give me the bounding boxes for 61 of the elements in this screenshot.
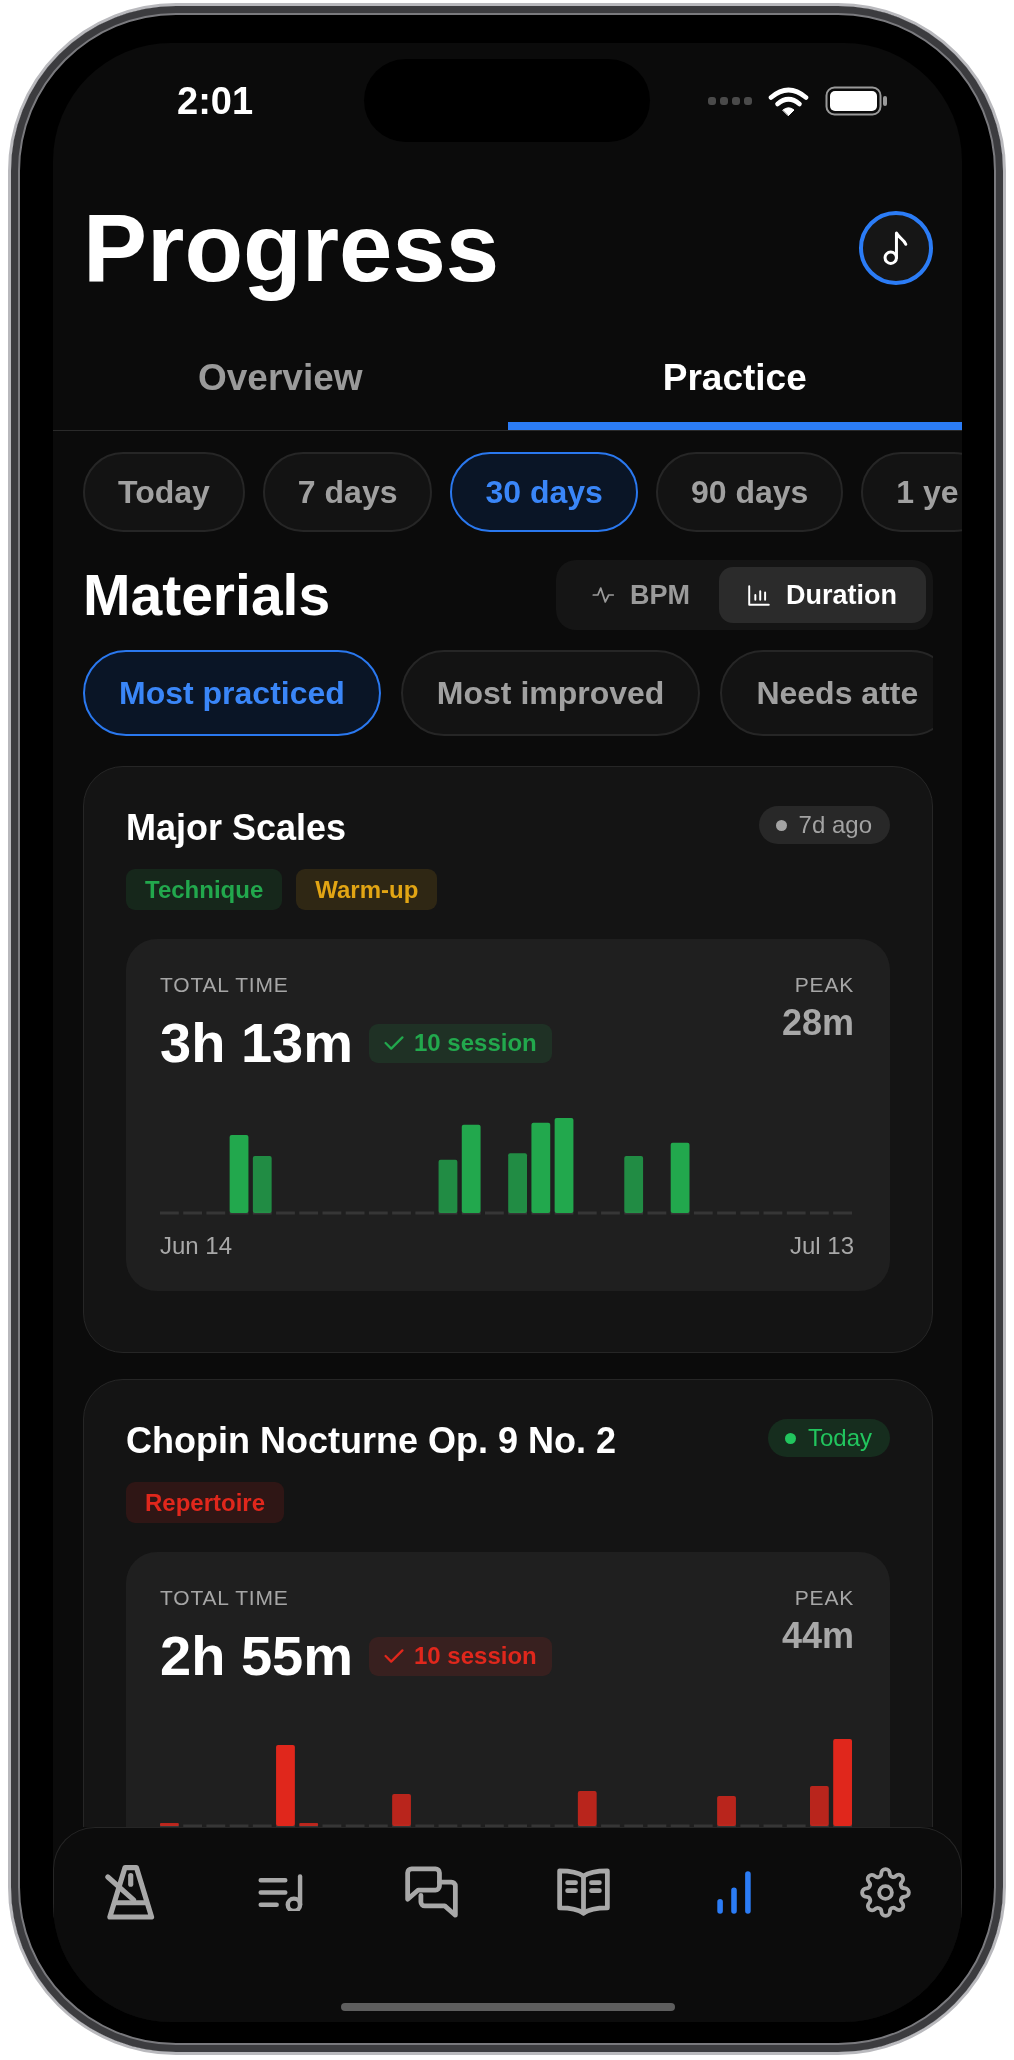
chart-bar <box>577 1791 597 1826</box>
session-count: 10 session <box>414 1029 537 1057</box>
chart-bar <box>717 1796 736 1826</box>
range-chip[interactable]: Today <box>83 452 245 532</box>
material-card[interactable]: Major Scales 7d ago Technique Warm-up TOTAL TIME 3h 13m 10 session PEAK 28m Jun 14 Jul 13 <box>83 766 933 1353</box>
chart-bar <box>508 1153 527 1213</box>
total-time-label: TOTAL TIME <box>160 1585 290 1611</box>
chart-bar <box>438 1159 458 1213</box>
settings-icon[interactable] <box>859 1866 911 1918</box>
total-time-value: 2h 55m <box>160 1624 353 1688</box>
tab[interactable]: Overview <box>53 330 508 430</box>
check-icon <box>384 1649 404 1663</box>
peak-value: 28m <box>781 1001 854 1045</box>
peak-label: PEAK <box>794 1585 854 1611</box>
chat-icon[interactable] <box>405 1866 459 1918</box>
pulse-icon <box>592 587 614 603</box>
total-time-value: 3h 13m <box>160 1011 353 1075</box>
filter-chip[interactable]: Most practiced <box>83 650 381 736</box>
range-chip[interactable]: 1 ye <box>861 452 962 532</box>
check-icon <box>384 1036 404 1050</box>
music-list-icon[interactable] <box>256 1873 305 1911</box>
end-date: Jul 13 <box>789 1231 854 1261</box>
chart-bar <box>299 1822 319 1826</box>
range-chip[interactable]: 90 days <box>655 452 844 532</box>
filter-chip[interactable]: Needs atte <box>720 650 933 736</box>
chart-bar <box>670 1142 690 1213</box>
last-practiced-text: 7d ago <box>798 811 872 839</box>
tab[interactable]: Practice <box>507 330 962 430</box>
range-chip[interactable]: 7 days <box>262 452 433 532</box>
metric-segment[interactable]: BPM <box>563 567 719 623</box>
category-tag: Warm-up <box>296 869 438 910</box>
filter-chip[interactable]: Most improved <box>400 650 701 736</box>
page-title: Progress <box>83 193 500 303</box>
wifi-icon <box>768 86 809 116</box>
session-count: 10 session <box>414 1642 537 1670</box>
metric-segment[interactable]: Duration <box>719 567 926 623</box>
section-title: Materials <box>83 562 331 629</box>
music-note-icon <box>882 230 910 266</box>
category-tag: Repertoire <box>126 1482 285 1523</box>
chart-bar <box>252 1156 272 1213</box>
book-icon[interactable] <box>556 1868 610 1916</box>
chart-bar <box>624 1156 644 1213</box>
signal-icon <box>708 96 752 106</box>
battery-icon <box>825 86 888 116</box>
bar-chart-icon <box>748 584 770 606</box>
range-chip[interactable]: 30 days <box>450 452 638 532</box>
material-title: Chopin Nocturne Op. 9 No. 2 <box>126 1419 616 1463</box>
material-card[interactable]: Chopin Nocturne Op. 9 No. 2 Today Repertoire TOTAL TIME 2h 55m 10 session PEAK 44m <box>83 1379 933 1827</box>
material-title: Major Scales <box>126 806 347 850</box>
peak-label: PEAK <box>794 972 854 998</box>
chart-bar <box>392 1794 411 1826</box>
total-time-label: TOTAL TIME <box>160 972 290 998</box>
metronome-icon[interactable] <box>104 1864 155 1920</box>
last-practiced-text: Today <box>807 1424 872 1452</box>
bar-chart-icon[interactable] <box>716 1869 753 1915</box>
start-date: Jun 14 <box>160 1231 233 1261</box>
category-tag: Technique <box>126 869 283 910</box>
peak-value: 44m <box>781 1614 854 1658</box>
chart-bar <box>160 1822 179 1826</box>
chart-bar <box>810 1786 829 1826</box>
status-time: 2:01 <box>177 79 254 124</box>
